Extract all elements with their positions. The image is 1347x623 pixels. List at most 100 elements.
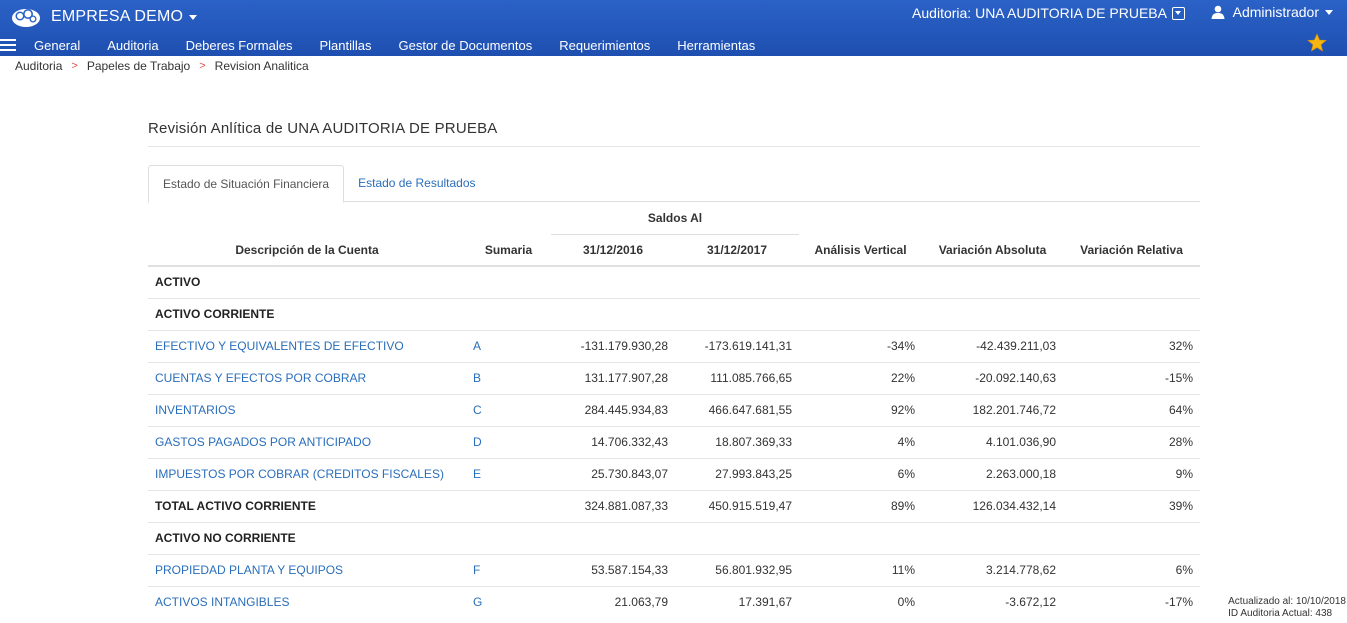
table-body: ACTIVO ACTIVO CORRIENTE EFECTIVO Y EQUIVAL…: [148, 265, 1201, 618]
vertical-analysis: 22%: [799, 361, 923, 394]
company-selector[interactable]: EMPRESA DEMO: [10, 4, 198, 30]
sumaria-link[interactable]: B: [466, 361, 551, 394]
cloud-logo-icon: [12, 9, 40, 27]
tab-estado-resultados[interactable]: Estado de Resultados: [344, 165, 489, 202]
table-row: ACTIVOS INTANGIBLES G 21.063,79 17.391,67 0%…: [148, 585, 1201, 618]
account-name[interactable]: GASTOS PAGADOS POR ANTICIPADO: [148, 425, 466, 458]
table-row: CUENTAS Y EFECTOS POR COBRAR B 131.177.907…: [148, 361, 1201, 394]
balance-2017: 56.801.932,95: [675, 553, 800, 586]
balance-2017: 17.391,67: [675, 585, 800, 618]
vertical-analysis: 92%: [799, 393, 923, 426]
absolute-variation: 3.214.778,62: [922, 553, 1064, 586]
absolute-variation: -20.092.140,63: [922, 361, 1064, 394]
account-name[interactable]: EFECTIVO Y EQUIVALENTES DE EFECTIVO: [148, 329, 466, 362]
hamburger-menu-icon[interactable]: [0, 39, 16, 51]
relative-variation: 64%: [1063, 393, 1201, 426]
main-content: Revisión Anlítica de UNA AUDITORIA DE PR…: [148, 120, 1201, 618]
balance-2017: 111.085.766,65: [675, 361, 800, 394]
audit-selector[interactable]: Auditoria: UNA AUDITORIA DE PRUEBA: [912, 5, 1185, 21]
nav-item-gestor-documentos[interactable]: Gestor de Documentos: [399, 38, 533, 53]
balance-2016: 284.445.934,83: [551, 393, 675, 426]
table-row: INVENTARIOS C 284.445.934,83 466.647.681,55…: [148, 393, 1201, 426]
chevron-down-icon: [189, 14, 198, 20]
table-row: PROPIEDAD PLANTA Y EQUIPOS F 53.587.154,33…: [148, 553, 1201, 586]
main-menu: General Auditoria Deberes Formales Plant…: [0, 35, 782, 55]
balance-2016: 324.881.087,33: [551, 489, 675, 522]
section-label: ACTIVO NO CORRIENTE: [148, 521, 1201, 554]
vertical-analysis: 89%: [799, 489, 923, 522]
relative-variation: 28%: [1063, 425, 1201, 458]
balance-2016: -131.179.930,28: [551, 329, 675, 362]
balance-2016: 131.177.907,28: [551, 361, 675, 394]
nav-item-auditoria[interactable]: Auditoria: [107, 38, 158, 53]
nav-item-general[interactable]: General: [34, 38, 80, 53]
balance-2017: 450.915.519,47: [675, 489, 800, 522]
vertical-analysis: 11%: [799, 553, 923, 586]
breadcrumb-auditoria[interactable]: Auditoria: [15, 59, 62, 73]
balance-2016: 21.063,79: [551, 585, 675, 618]
vertical-analysis: 6%: [799, 457, 923, 490]
relative-variation: -17%: [1063, 585, 1201, 618]
nav-item-herramientas[interactable]: Herramientas: [677, 38, 755, 53]
audit-id: ID Auditoria Actual: 438: [1228, 608, 1333, 619]
sumaria-link: [466, 489, 551, 522]
balance-2016: 14.706.332,43: [551, 425, 675, 458]
tab-situacion-financiera[interactable]: Estado de Situación Financiera: [148, 165, 345, 203]
relative-variation: -15%: [1063, 361, 1201, 394]
absolute-variation: -42.439.211,03: [922, 329, 1064, 362]
table-row: EFECTIVO Y EQUIVALENTES DE EFECTIVO A -131…: [148, 329, 1201, 362]
vertical-analysis: -34%: [799, 329, 923, 362]
breadcrumb-revision-analitica: Revision Analitica: [214, 59, 309, 73]
balance-2017: -173.619.141,31: [675, 329, 800, 362]
account-name[interactable]: ACTIVOS INTANGIBLES: [148, 585, 466, 618]
section-label: ACTIVO: [148, 265, 1201, 298]
account-name[interactable]: PROPIEDAD PLANTA Y EQUIPOS: [148, 553, 466, 586]
absolute-variation: 126.034.432,14: [922, 489, 1064, 522]
account-name[interactable]: IMPUESTOS POR COBRAR (CREDITOS FISCALES): [148, 457, 466, 490]
sumaria-link[interactable]: A: [466, 329, 551, 362]
column-header-descripcion: Descripción de la Cuenta: [148, 234, 466, 267]
column-header-sumaria: Sumaria: [466, 234, 551, 267]
updated-date: Actualizado al: 10/10/2018: [1228, 596, 1346, 607]
vertical-analysis: 0%: [799, 585, 923, 618]
page-title: Revisión Anlítica de UNA AUDITORIA DE PR…: [148, 120, 1200, 147]
saldos-al-header: Saldos Al: [551, 202, 800, 235]
relative-variation: 32%: [1063, 329, 1201, 362]
favorite-star-icon[interactable]: [1307, 33, 1327, 53]
section-row: ACTIVO CORRIENTE: [148, 297, 1201, 330]
sumaria-link[interactable]: D: [466, 425, 551, 458]
nav-item-requerimientos[interactable]: Requerimientos: [559, 38, 650, 53]
user-name[interactable]: Administrador: [1233, 4, 1319, 20]
balance-2016: 25.730.843,07: [551, 457, 675, 490]
analytic-review-table: Saldos Al Descripción de la Cuenta Sumar…: [148, 202, 1201, 618]
column-header-variacion-relativa: Variación Relativa: [1063, 234, 1201, 267]
footer-info: Actualizado al: 10/10/2018 ID Auditoria …: [1228, 596, 1346, 620]
absolute-variation: -3.672,12: [922, 585, 1064, 618]
nav-item-deberes-formales[interactable]: Deberes Formales: [186, 38, 293, 53]
account-name[interactable]: INVENTARIOS: [148, 393, 466, 426]
company-name[interactable]: EMPRESA DEMO: [51, 8, 183, 26]
breadcrumb-papeles-de-trabajo[interactable]: Papeles de Trabajo: [87, 59, 190, 73]
section-label: ACTIVO CORRIENTE: [148, 297, 1201, 330]
sumaria-link[interactable]: C: [466, 393, 551, 426]
table-row: GASTOS PAGADOS POR ANTICIPADO D 14.706.332…: [148, 425, 1201, 458]
user-icon: [1211, 5, 1225, 19]
sumaria-link[interactable]: E: [466, 457, 551, 490]
audit-label[interactable]: Auditoria: UNA AUDITORIA DE PRUEBA: [912, 5, 1167, 21]
sumaria-link[interactable]: G: [466, 585, 551, 618]
relative-variation: 39%: [1063, 489, 1201, 522]
dropdown-box-icon[interactable]: [1172, 6, 1185, 20]
top-navbar: EMPRESA DEMO Auditoria: UNA AUDITORIA DE…: [0, 0, 1347, 56]
section-row: ACTIVO NO CORRIENTE: [148, 521, 1201, 554]
absolute-variation: 2.263.000,18: [922, 457, 1064, 490]
table-row: IMPUESTOS POR COBRAR (CREDITOS FISCALES)…: [148, 457, 1201, 490]
account-name: TOTAL ACTIVO CORRIENTE: [148, 489, 466, 522]
balance-2017: 18.807.369,33: [675, 425, 800, 458]
absolute-variation: 182.201.746,72: [922, 393, 1064, 426]
balance-2017: 27.993.843,25: [675, 457, 800, 490]
user-menu[interactable]: Administrador: [1211, 4, 1333, 20]
sumaria-link[interactable]: F: [466, 553, 551, 586]
column-header-variacion-absoluta: Variación Absoluta: [922, 234, 1064, 267]
nav-item-plantillas[interactable]: Plantillas: [320, 38, 372, 53]
account-name[interactable]: CUENTAS Y EFECTOS POR COBRAR: [148, 361, 466, 394]
